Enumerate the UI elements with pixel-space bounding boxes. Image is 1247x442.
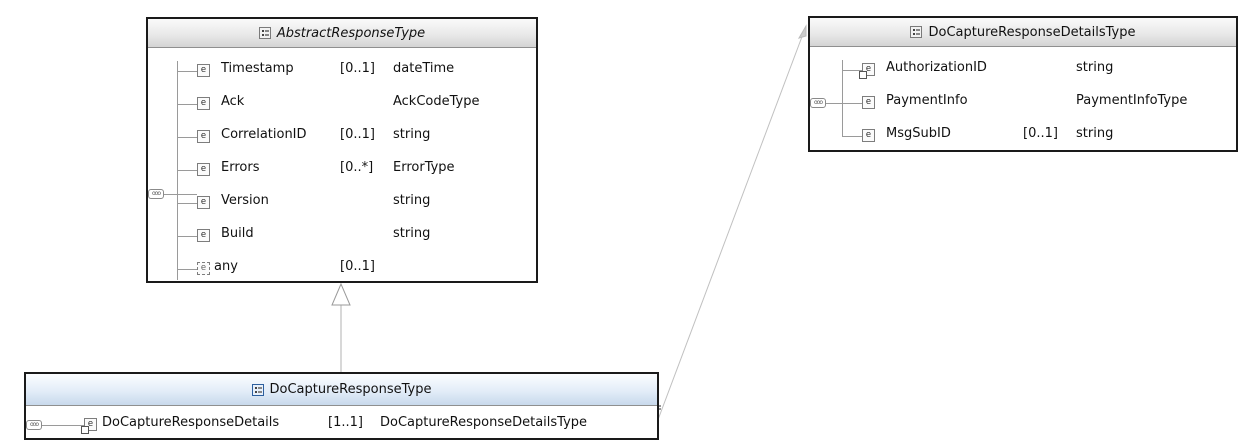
- element-name[interactable]: AuthorizationID: [886, 60, 987, 75]
- element-cardinality: [1..1]: [328, 415, 363, 430]
- element-name[interactable]: Build: [221, 226, 254, 241]
- element-icon: e: [197, 64, 210, 77]
- element-type: DoCaptureResponseDetailsType: [380, 415, 588, 430]
- element-type: string: [393, 193, 431, 208]
- element-icon: e: [862, 96, 875, 109]
- element-type: PaymentInfoType: [1076, 93, 1188, 108]
- element-type: string: [393, 226, 431, 241]
- element-icon: e: [197, 229, 210, 242]
- element-name[interactable]: PaymentInfo: [886, 93, 968, 108]
- element-name[interactable]: any: [214, 259, 238, 274]
- details-type-title: DoCaptureResponseDetailsType: [928, 24, 1136, 40]
- element-type: string: [393, 127, 431, 142]
- sequence-icon[interactable]: ooo: [26, 420, 42, 430]
- abstract-response-type-title: AbstractResponseType: [276, 25, 426, 41]
- do-capture-response-type-box[interactable]: DoCaptureResponseType ooo e DoCaptureRes…: [24, 372, 659, 440]
- element-icon: e: [197, 196, 210, 209]
- element-cardinality: [0..1]: [340, 127, 375, 142]
- element-type: ErrorType: [393, 160, 455, 175]
- element-ref-icon: e: [859, 63, 875, 79]
- abstract-response-type-body: ooo e Timestamp [0..1] dateTime e Ack Ac…: [148, 48, 536, 284]
- element-icon: e: [197, 163, 210, 176]
- complex-type-icon: [258, 27, 271, 39]
- element-type: AckCodeType: [393, 94, 480, 109]
- sequence-icon[interactable]: ooo: [148, 189, 164, 199]
- sequence-icon[interactable]: ooo: [810, 98, 826, 108]
- any-element-icon: e: [197, 262, 210, 275]
- element-name[interactable]: Version: [221, 193, 269, 208]
- element-type: dateTime: [393, 61, 455, 76]
- do-capture-response-details-type-box[interactable]: DoCaptureResponseDetailsType ooo e Autho…: [808, 16, 1238, 152]
- element-cardinality: [0..1]: [340, 259, 375, 274]
- element-name[interactable]: DoCaptureResponseDetails: [102, 415, 279, 430]
- element-name[interactable]: Timestamp: [221, 61, 294, 76]
- element-cardinality: [0..*]: [340, 160, 374, 175]
- element-icon: e: [197, 130, 210, 143]
- element-cardinality: [0..1]: [340, 61, 375, 76]
- abstract-response-type-header: AbstractResponseType: [148, 19, 536, 48]
- element-icon: e: [862, 129, 875, 142]
- response-type-title: DoCaptureResponseType: [269, 382, 432, 397]
- abstract-response-type-box[interactable]: AbstractResponseType ooo e Timestamp [0.…: [146, 17, 538, 283]
- element-type: string: [1076, 60, 1114, 75]
- element-icon: e: [197, 97, 210, 110]
- type-reference-line: [655, 25, 807, 426]
- element-name[interactable]: MsgSubID: [886, 126, 951, 141]
- complex-type-icon: [910, 26, 923, 38]
- element-type: string: [1076, 126, 1114, 141]
- response-type-body: ooo e DoCaptureResponseDetails [1..1] Do…: [26, 406, 657, 440]
- element-ref-icon: e: [81, 418, 97, 434]
- type-reference-arrow: [797, 24, 807, 39]
- element-name[interactable]: Errors: [221, 160, 259, 175]
- element-cardinality: [0..1]: [1023, 126, 1058, 141]
- complex-type-icon: [251, 383, 264, 396]
- element-name[interactable]: Ack: [221, 94, 244, 109]
- details-type-header: DoCaptureResponseDetailsType: [810, 18, 1236, 47]
- details-type-body: ooo e AuthorizationID string e PaymentIn…: [810, 47, 1236, 153]
- response-type-header: DoCaptureResponseType: [26, 374, 657, 406]
- inheritance-arrow: [331, 282, 351, 306]
- element-name[interactable]: CorrelationID: [221, 127, 307, 142]
